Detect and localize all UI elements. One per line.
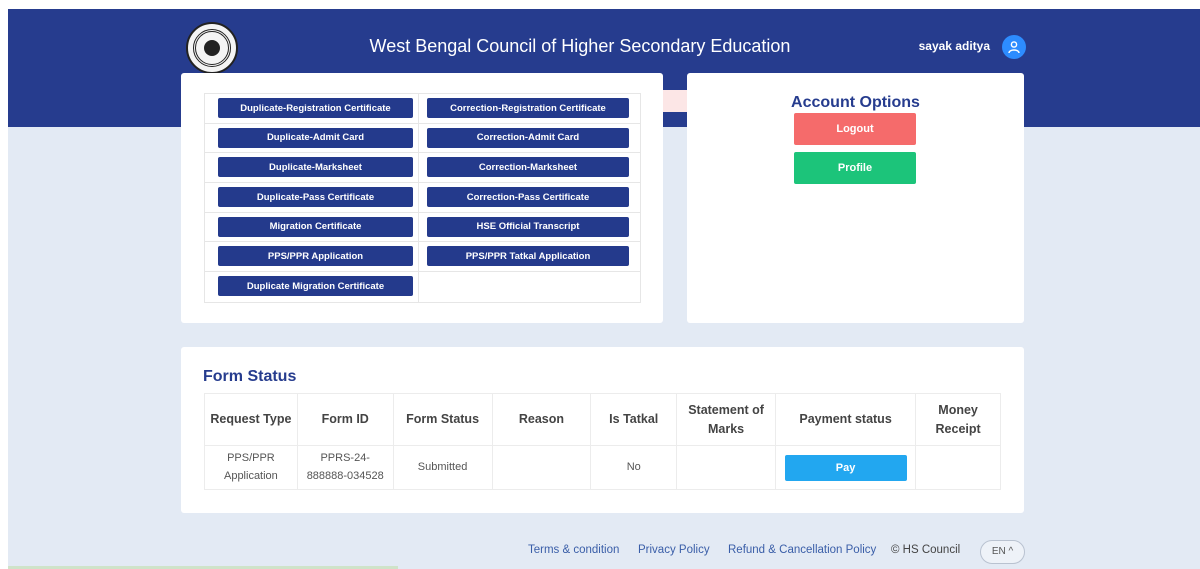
pps-ppr-application-button[interactable]: PPS/PPR Application [218,246,413,267]
accent-strip [663,90,687,112]
money-receipt-cell [915,445,1001,490]
profile-button[interactable]: Profile [794,152,916,184]
column-header: Request Type [204,393,298,446]
duplicate-migration-certificate-button[interactable]: Duplicate Migration Certificate [218,276,413,297]
pps-ppr-tatkal-application-button[interactable]: PPS/PPR Tatkal Application [427,246,629,267]
is-tatkal-cell: No [590,445,678,490]
column-header: Statement of Marks [676,393,776,446]
copyright-text: © HS Council [891,544,961,556]
column-header: Form Status [392,393,493,446]
user-icon[interactable] [1002,35,1026,59]
council-logo [186,22,238,74]
logout-button[interactable]: Logout [794,113,916,145]
column-header: Money Receipt [915,393,1001,446]
table-header-row: Request Type Form ID Form Status Reason … [204,393,1001,446]
column-header: Reason [491,393,592,446]
correction-admit-card-button[interactable]: Correction-Admit Card [427,127,629,148]
language-selector[interactable]: EN ^ [980,540,1025,564]
correction-marksheet-button[interactable]: Correction-Marksheet [427,157,629,178]
form-status-title: Form Status [203,368,297,385]
accent-strip [663,112,687,127]
statement-of-marks-cell [676,445,776,490]
reason-cell [491,445,592,490]
column-header: Form ID [296,393,394,446]
correction-registration-certificate-button[interactable]: Correction-Registration Certificate [427,98,629,118]
user-name[interactable]: sayak aditya [900,39,990,53]
payment-status-cell: Pay [774,445,917,490]
duplicate-pass-certificate-button[interactable]: Duplicate-Pass Certificate [218,187,413,208]
duplicate-admit-card-button[interactable]: Duplicate-Admit Card [218,127,413,148]
account-options-card: Account Options Logout Profile [687,73,1024,323]
correction-pass-certificate-button[interactable]: Correction-Pass Certificate [427,187,629,208]
services-grid: Duplicate-Registration Certificate Corre… [204,93,641,303]
form-id-cell: PPRS-24-888888-034528 [296,445,394,490]
form-status-card: Form Status Request Type Form ID Form St… [181,347,1024,513]
account-options-title: Account Options [791,94,920,111]
hse-official-transcript-button[interactable]: HSE Official Transcript [427,216,629,237]
pay-button[interactable]: Pay [784,454,907,481]
form-status-cell: Submitted [392,445,493,490]
duplicate-registration-certificate-button[interactable]: Duplicate-Registration Certificate [218,98,413,118]
services-card: Duplicate-Registration Certificate Corre… [181,73,663,323]
request-type-cell: PPS/PPR Application [204,445,298,490]
column-header: Is Tatkal [590,393,678,446]
column-header: Payment status [774,393,917,446]
refund-policy-link[interactable]: Refund & Cancellation Policy [728,544,876,556]
terms-link[interactable]: Terms & condition [528,544,619,556]
migration-certificate-button[interactable]: Migration Certificate [218,216,413,237]
form-status-table: Request Type Form ID Form Status Reason … [204,393,1001,490]
table-row: PPS/PPR Application PPRS-24-888888-03452… [204,445,1001,490]
duplicate-marksheet-button[interactable]: Duplicate-Marksheet [218,157,413,178]
empty-cell [419,272,641,302]
privacy-policy-link[interactable]: Privacy Policy [638,544,710,556]
site-title: West Bengal Council of Higher Secondary … [369,36,791,56]
